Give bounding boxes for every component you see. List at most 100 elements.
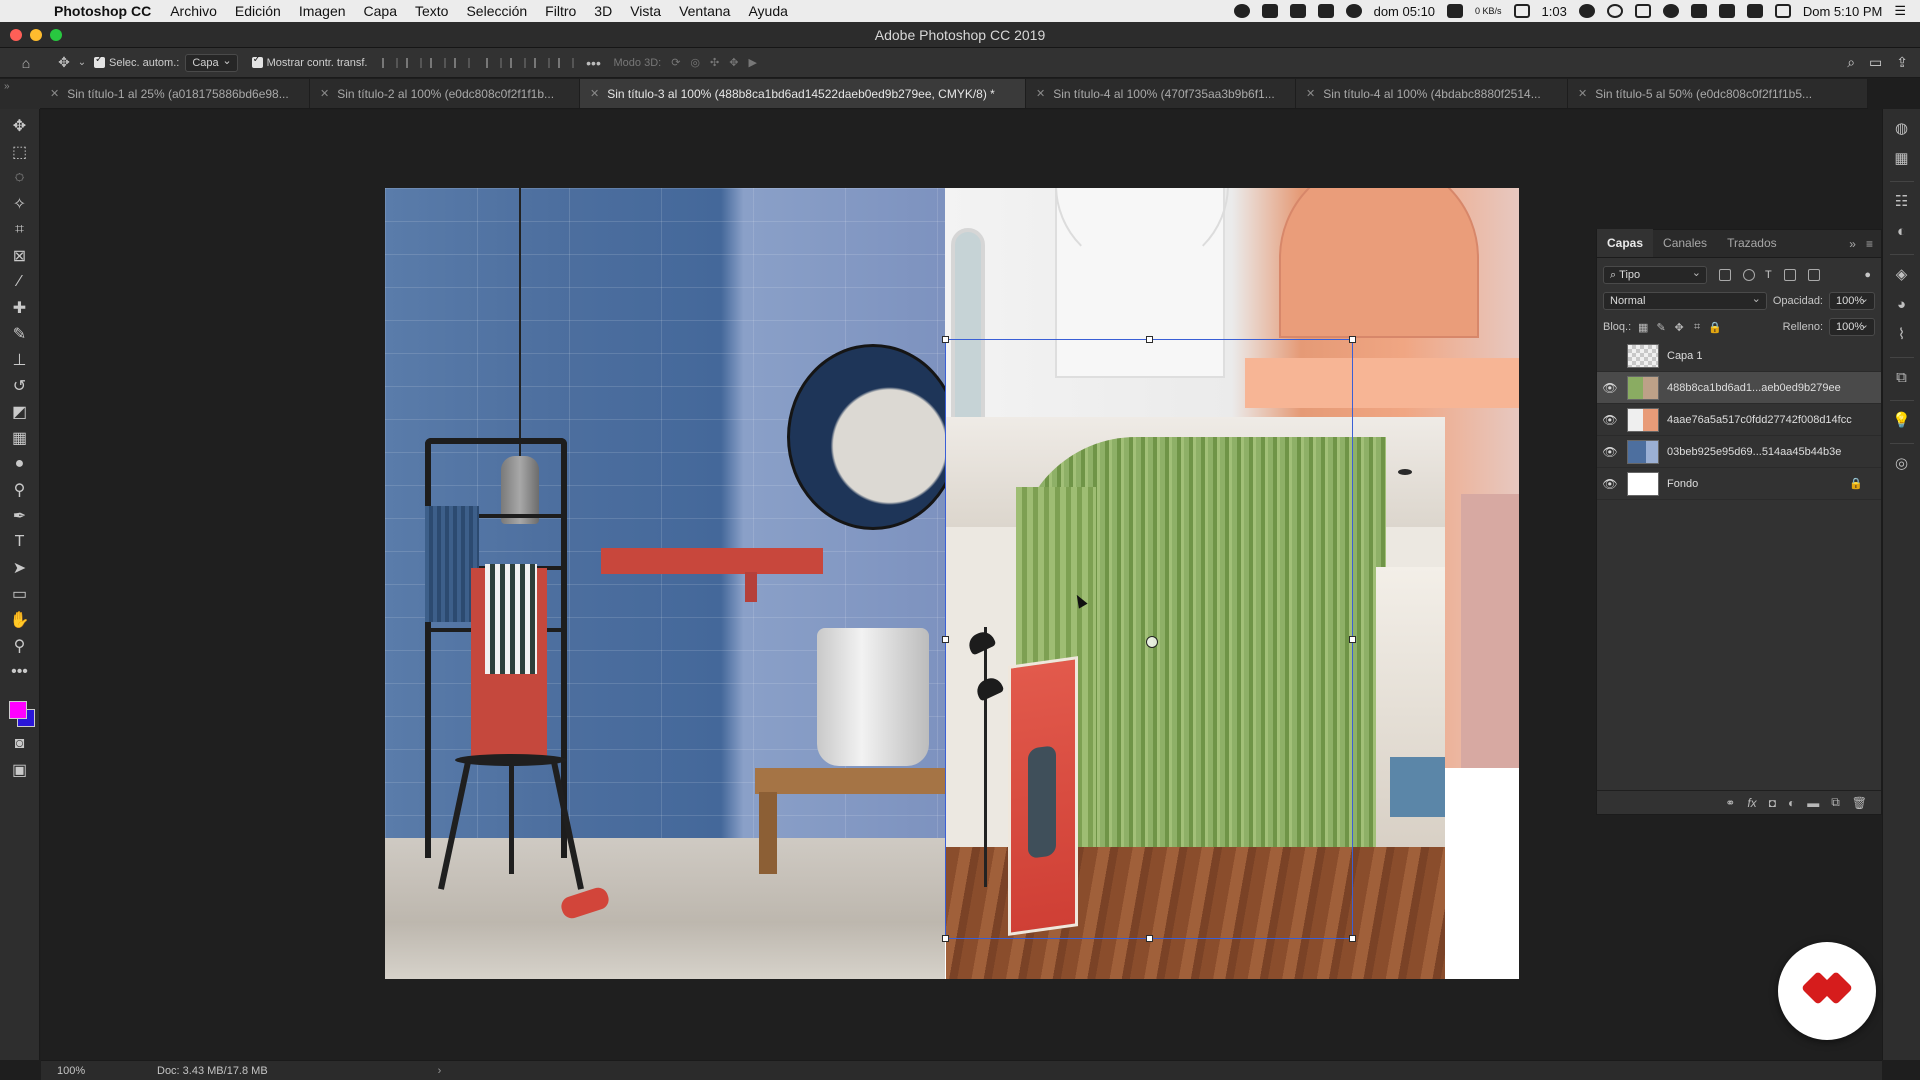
layer-row-kitchen[interactable]: 👁 4aae76a5a517c0fdd27742f008d14fcc [1597,404,1881,436]
close-window-icon[interactable] [10,29,22,41]
eye-icon[interactable]: 👁 [1597,381,1623,395]
tab-document-3[interactable]: ✕ Sin título-3 al 100% (488b8ca1bd6ad1452… [580,79,1026,108]
collapse-panel-icon[interactable]: » [1849,237,1856,251]
align-top-icon[interactable] [482,55,502,71]
search-icon[interactable]: ⌕ [1847,54,1855,71]
eye-icon[interactable]: 👁 [1597,413,1623,427]
notification-center-icon[interactable]: ☰ [1894,3,1906,19]
screen-mode-icon[interactable]: ▣ [5,757,35,783]
channels-panel-icon[interactable]: ◕ [1888,291,1916,317]
roll-3d-icon[interactable]: ◎ [690,56,700,69]
tab-document-6[interactable]: ✕ Sin título-5 al 50% (e0dc808c0f2f1f1b5.… [1568,79,1868,108]
edit-toolbar-icon[interactable]: ••• [5,659,35,685]
clone-stamp-tool-icon[interactable]: ⊥ [5,347,35,373]
filter-type-icon[interactable]: T [1765,269,1772,281]
lock-artboard-icon[interactable]: ⌗ [1691,321,1703,333]
menu-archivo[interactable]: Archivo [161,3,226,19]
filter-smart-object-icon[interactable] [1807,269,1820,281]
history-panel-icon[interactable]: ⧉ [1888,364,1916,390]
zoom-tool-icon[interactable]: ⚲ [5,633,35,659]
auto-select-target-select[interactable]: Capa [185,53,238,72]
creative-cloud-icon[interactable] [1345,4,1362,18]
lock-position-icon[interactable]: ✥ [1673,321,1685,334]
layer-style-fx-icon[interactable]: fx [1747,796,1756,810]
paths-panel-icon[interactable]: ⌇ [1888,321,1916,347]
zoom-level[interactable]: 100% [41,1065,121,1077]
adjustments-panel-icon[interactable]: ◐ [1888,218,1916,244]
layer-row-fondo[interactable]: 👁 Fondo 🔒 [1597,468,1881,500]
healing-brush-tool-icon[interactable]: ✚ [5,295,35,321]
lightbulb-icon[interactable]: 💡 [1888,407,1916,433]
pen-tool-icon[interactable]: ✒ [5,503,35,529]
blur-tool-icon[interactable]: ● [5,451,35,477]
eye-icon[interactable]: 👁 [1597,477,1623,491]
libraries-panel-icon[interactable]: ◎ [1888,450,1916,476]
align-right-icon[interactable] [426,55,446,71]
battery-icon[interactable] [1513,4,1530,18]
type-tool-icon[interactable]: T [5,529,35,555]
eye-icon[interactable] [1578,4,1595,18]
orbit-3d-icon[interactable]: ⟳ [671,56,680,69]
crop-tool-icon[interactable]: ⌗ [5,217,35,243]
slide-3d-icon[interactable]: ✥ [729,56,738,69]
filter-pixel-icon[interactable] [1719,269,1731,281]
siri-icon[interactable] [1662,4,1679,18]
status-menu-chevron-right-icon[interactable]: › [438,1065,442,1077]
gradient-tool-icon[interactable]: ▦ [5,425,35,451]
eye-icon[interactable]: 👁 [1597,445,1623,459]
tab-canales[interactable]: Canales [1653,236,1717,257]
foreground-color-swatch[interactable] [8,701,27,719]
auto-select-toggle[interactable]: Selec. autom.: [94,54,179,69]
rectangle-tool-icon[interactable]: ▭ [5,581,35,607]
camera-3d-icon[interactable]: ▶ [748,56,756,69]
menu-seleccion[interactable]: Selección [457,3,536,19]
zoom-window-icon[interactable] [50,29,62,41]
tab-capas[interactable]: Capas [1597,229,1654,257]
menu-filtro[interactable]: Filtro [536,3,585,19]
show-transform-toggle[interactable]: Mostrar contr. transf. [251,54,368,69]
new-adjustment-layer-icon[interactable]: ◐ [1788,796,1795,810]
grid-panel-icon[interactable]: ▦ [1888,145,1916,171]
layer-name[interactable]: 4aae76a5a517c0fdd27742f008d14fcc [1667,414,1852,426]
close-tab-icon[interactable]: ✕ [1578,87,1587,100]
layer-name[interactable]: Fondo [1667,478,1698,490]
tab-document-2[interactable]: ✕ Sin título-2 al 100% (e0dc808c0f2f1f1b.… [310,79,580,108]
airplay-icon[interactable] [1634,4,1651,18]
opacity-input[interactable]: 100% [1829,292,1875,310]
bluetooth-icon[interactable] [1690,4,1707,18]
cpu-graph-icon[interactable] [1447,4,1464,18]
share-icon[interactable]: ⇪ [1896,54,1908,71]
dropbox-icon[interactable] [1317,4,1334,18]
tab-document-5[interactable]: ✕ Sin título-4 al 100% (4bdabc8880f2514..… [1296,79,1568,108]
layer-name[interactable]: 488b8ca1bd6ad1...aeb0ed9b279ee [1667,382,1841,394]
menu-imagen[interactable]: Imagen [290,3,355,19]
properties-panel-icon[interactable]: ☷ [1888,188,1916,214]
align-left-icon[interactable] [378,55,398,71]
path-selection-tool-icon[interactable]: ➤ [5,555,35,581]
app-menu[interactable]: Photoshop CC [42,3,161,19]
close-tab-icon[interactable]: ✕ [1306,87,1315,100]
menu-3d[interactable]: 3D [585,3,621,19]
auto-select-checkbox[interactable] [94,54,105,68]
tab-document-1[interactable]: ✕ Sin título-1 al 25% (a018175886bd6e98..… [40,79,310,108]
new-layer-icon[interactable]: ⧉ [1831,795,1840,810]
layer-name[interactable]: Capa 1 [1667,350,1702,362]
display-icon[interactable] [1261,4,1278,18]
document-canvas[interactable] [385,188,1519,979]
panel-menu-icon[interactable]: ≡ [1866,237,1873,251]
layer-row-bathroom[interactable]: 👁 03beb925e95d69...514aa45b44b3e [1597,436,1881,468]
eyedropper-tool-icon[interactable]: ⁄ [5,269,35,295]
3d-panel-icon[interactable]: ◍ [1888,115,1916,141]
menubar-clock[interactable]: Dom 5:10 PM [1803,4,1882,19]
align-center-icon[interactable] [402,55,422,71]
hand-tool-icon[interactable]: ✋ [5,607,35,633]
close-tab-icon[interactable]: ✕ [50,87,59,100]
menu-ayuda[interactable]: Ayuda [739,3,796,19]
history-brush-tool-icon[interactable]: ↺ [5,373,35,399]
app-status-icon[interactable] [1289,4,1306,18]
more-options-icon[interactable]: ••• [582,52,606,74]
lasso-tool-icon[interactable]: ◌ [5,165,35,191]
lock-transparency-icon[interactable]: ▦ [1637,321,1649,334]
collapse-toolbar-icon[interactable]: » [0,79,40,109]
minimize-window-icon[interactable] [30,29,42,41]
